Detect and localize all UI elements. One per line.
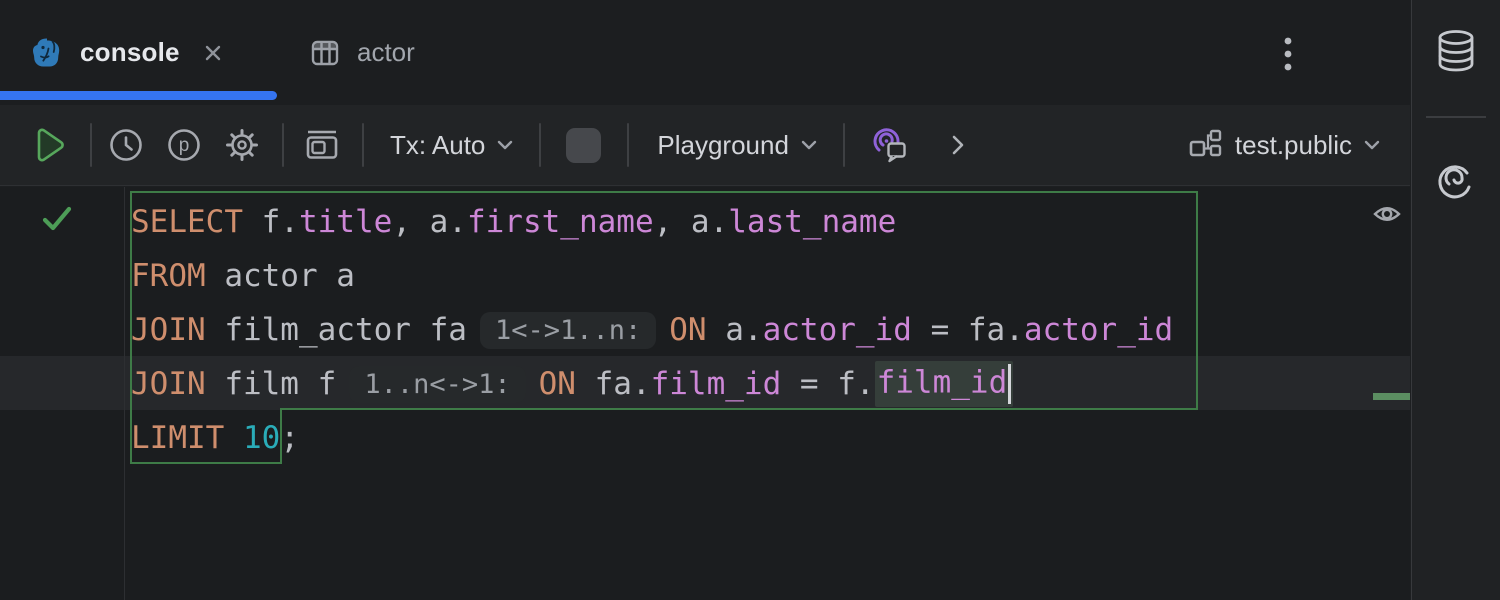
cardinality-inlay-hint: 1..n<->1: [349,366,525,403]
code-token: ; [280,420,299,456]
query-progress-bar [0,91,277,100]
code-line-3[interactable]: JOIN film_actor fa1<->1..n:ON a.actor_id… [131,303,1410,357]
kebab-menu-icon[interactable] [1281,34,1295,74]
console-toolbar: p Tx: Auto Playground [0,105,1410,186]
tab-actor-label: actor [357,37,415,68]
code-token: actor_id [1024,312,1173,348]
query-parameters-button[interactable]: p [162,123,206,167]
cardinality-inlay-hint: 1<->1..n: [480,312,656,349]
chevron-down-icon [1362,135,1382,155]
session-dropdown[interactable]: Playground [657,130,789,161]
code-line-1[interactable]: SELECT f.title, a.first_name, a.last_nam… [131,195,1410,249]
text-caret [1008,364,1011,404]
code-line-2[interactable]: FROM actor a [131,249,1410,303]
code-token: film f [206,366,337,402]
eye-icon[interactable] [1372,201,1402,227]
close-icon[interactable] [202,42,224,64]
code-token: = f. [781,366,874,402]
code-token: = fa. [912,312,1024,348]
chevron-right-icon[interactable] [947,133,969,157]
chevron-down-icon[interactable] [495,135,515,155]
ai-assistant-icon[interactable] [1433,158,1479,204]
code-line-4[interactable]: JOIN film f1..n<->1:ON fa.film_id = f.fi… [131,357,1410,411]
code-token: , a. [654,204,729,240]
tab-console[interactable]: console [0,0,277,105]
code-token: film_actor fa [206,312,467,348]
code-area[interactable]: SELECT f.title, a.first_name, a.last_nam… [131,195,1410,465]
code-token: film_id [651,366,782,402]
sql-editor[interactable]: SELECT f.title, a.first_name, a.last_nam… [0,187,1410,600]
code-token: SELECT [131,204,243,240]
code-token: title [299,204,392,240]
toolbar-separator [627,123,629,167]
database-tool-window-icon[interactable] [1433,28,1479,74]
statement-executed-check-icon [40,202,74,236]
code-token: a. [707,312,763,348]
schema-label: test.public [1235,130,1352,161]
code-token: film_id [875,361,1014,407]
code-token: fa. [576,366,651,402]
code-token [224,420,243,456]
code-token: , a. [392,204,467,240]
code-token: actor a [206,258,355,294]
editor-gutter [0,187,125,600]
in-editor-results-toggle[interactable] [300,123,344,167]
scrollbar-executed-mark [1373,393,1410,400]
table-icon [309,37,341,69]
run-button[interactable] [28,123,72,167]
toolbar-separator [362,123,364,167]
code-token: actor_id [763,312,912,348]
query-history-button[interactable] [104,123,148,167]
toolbar-separator [843,123,845,167]
tab-actor[interactable]: actor [277,0,415,105]
toolbar-separator [282,123,284,167]
chevron-down-icon[interactable] [799,135,819,155]
schema-switcher[interactable]: test.public [1187,127,1382,163]
settings-gear-icon[interactable] [220,123,264,167]
stop-button[interactable] [561,123,605,167]
schema-icon [1187,127,1223,163]
code-token: ON [539,366,576,402]
code-token: last_name [728,204,896,240]
postgresql-icon [30,36,64,70]
svg-text:p: p [179,135,190,156]
tx-mode-dropdown[interactable]: Tx: Auto [390,130,485,161]
code-token: first_name [467,204,654,240]
editor-tab-bar: console actor [0,0,1410,105]
right-tool-stripe [1411,0,1500,600]
code-token: ON [669,312,706,348]
code-token: FROM [131,258,206,294]
toolbar-separator [90,123,92,167]
code-token: JOIN [131,312,206,348]
stripe-separator [1426,116,1486,118]
code-line-5[interactable]: LIMIT 10; [131,411,1410,465]
code-token: JOIN [131,366,206,402]
code-token: f. [243,204,299,240]
ai-explain-query-icon[interactable] [869,123,913,167]
tab-console-label: console [80,37,180,68]
code-token: LIMIT [131,420,224,456]
toolbar-separator [539,123,541,167]
code-token: 10 [243,420,280,456]
